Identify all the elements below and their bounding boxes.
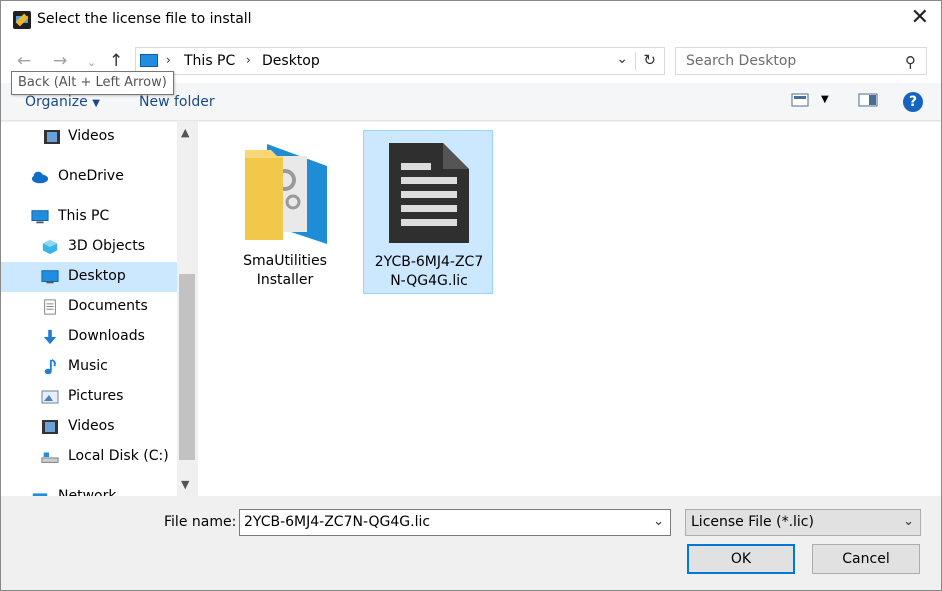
sidebar-item-music[interactable]: Music [1,352,177,382]
desktop-icon [41,270,59,284]
document-icon [44,299,56,315]
sidebar-item-label: Local Disk (C:) [68,448,169,464]
breadcrumb-desktop[interactable]: Desktop [262,53,320,69]
preview-pane-button[interactable] [858,92,878,112]
sidebar-item-local-disk[interactable]: Local Disk (C:) [1,442,177,472]
caret-down-icon[interactable]: ▼ [821,94,829,105]
sidebar-item-label: This PC [58,208,110,224]
sidebar-item-documents[interactable]: Documents [1,292,177,322]
back-arrow-icon[interactable]: ← [17,51,31,71]
file-icon [389,143,469,243]
chevron-down-icon: ⌄ [903,514,914,529]
app-icon [13,11,31,29]
file-item-license[interactable]: 2YCB-6MJ4-ZC7 N-QG4G.lic [363,130,493,294]
download-icon [43,329,57,345]
computer-icon [140,54,158,67]
preview-pane-icon [858,93,878,107]
chevron-down-icon[interactable]: ⌄ [653,514,664,529]
sidebar-item-downloads[interactable]: Downloads [1,322,177,352]
recent-locations-icon[interactable]: ⌄ [87,56,96,69]
file-name-line1: 2YCB-6MJ4-ZC7 [374,254,484,270]
sidebar-item-videos[interactable]: Videos [1,412,177,442]
ok-button[interactable]: OK [687,544,795,574]
sidebar-scrollbar[interactable]: ▲ ▼ [177,122,197,496]
sidebar-item-label: Videos [68,128,115,144]
help-icon: ? [903,92,923,112]
organize-label: Organize [25,94,88,110]
video-icon [42,420,58,434]
cube-icon [42,239,58,255]
cloud-icon [31,171,49,184]
caret-down-icon: ▼ [92,98,100,109]
file-name: SmaUtilities Installer [220,252,350,290]
sidebar-item-label: Desktop [68,268,126,284]
sidebar-item-label: Videos [68,418,115,434]
sidebar-item-onedrive[interactable]: OneDrive [1,162,177,192]
drive-icon [41,452,59,463]
dialog-window: Select the license file to install ✕ ← →… [0,0,942,591]
sidebar-item-label: Network [58,488,117,496]
sidebar-item-this-pc[interactable]: This PC [1,202,177,232]
title-bar: Select the license file to install ✕ [1,1,941,39]
sidebar-item-label: Documents [68,298,148,314]
file-name-label: File name: [164,514,237,530]
search-placeholder: Search Desktop [686,53,797,69]
music-icon [44,359,56,375]
sidebar-item-label: 3D Objects [68,238,146,254]
navigation-pane: Videos OneDrive This PC 3D Objects Deskt… [1,122,197,496]
picture-icon [41,390,59,404]
new-folder-button[interactable]: New folder [139,94,215,110]
scroll-up-icon[interactable]: ▲ [181,126,189,139]
view-options-button[interactable] [791,92,809,112]
network-icon [32,493,48,496]
file-name-value: 2YCB-6MJ4-ZC7N-QG4G.lic [244,514,431,530]
sidebar-item-label: Downloads [68,328,145,344]
help-button[interactable]: ? [903,92,923,112]
sidebar-item-label: Pictures [68,388,124,404]
file-type-value: License File (*.lic) [691,514,814,530]
back-tooltip: Back (Alt + Left Arrow) [11,71,174,95]
organize-button[interactable]: Organize ▼ [25,94,100,110]
forward-arrow-icon[interactable]: → [53,51,67,71]
sidebar-item-pictures[interactable]: Pictures [1,382,177,412]
footer-panel: File name: 2YCB-6MJ4-ZC7N-QG4G.lic ⌄ Lic… [1,496,941,590]
sidebar-item-network[interactable]: Network [1,482,177,496]
refresh-icon[interactable]: ↻ [643,51,656,69]
file-type-select[interactable]: License File (*.lic) ⌄ [685,509,921,536]
file-name-line1: SmaUtilities [243,253,327,269]
chevron-right-icon[interactable]: › [166,53,171,67]
file-item-folder[interactable]: SmaUtilities Installer [220,130,350,294]
chevron-right-icon[interactable]: › [246,53,251,67]
file-list: SmaUtilities Installer 2YCB-6MJ4-ZC7 N-Q… [198,122,941,496]
sidebar-item-desktop[interactable]: Desktop [1,262,177,292]
divider [635,52,636,70]
cancel-button[interactable]: Cancel [812,544,920,574]
up-arrow-icon[interactable]: ↑ [109,51,123,71]
scrollbar-thumb[interactable] [179,274,195,460]
window-title: Select the license file to install [37,11,252,27]
close-icon[interactable]: ✕ [911,7,929,29]
breadcrumb-this-pc[interactable]: This PC [184,53,235,69]
file-name-line2: Installer [256,272,314,288]
search-input[interactable]: Search Desktop ⚲ [675,47,927,75]
sidebar-item-label: Music [68,358,108,374]
file-name-line2: N-QG4G.lic [390,273,468,289]
file-name-input[interactable]: 2YCB-6MJ4-ZC7N-QG4G.lic ⌄ [239,509,671,536]
computer-icon [31,210,49,224]
chevron-down-icon[interactable]: ⌄ [616,51,628,67]
search-icon[interactable]: ⚲ [905,53,916,71]
sidebar-item-label: OneDrive [58,168,124,184]
file-name: 2YCB-6MJ4-ZC7 N-QG4G.lic [364,253,494,291]
sidebar-item-3d-objects[interactable]: 3D Objects [1,232,177,262]
sidebar-item-videos-top[interactable]: Videos [1,122,177,152]
scroll-down-icon[interactable]: ▼ [181,478,189,491]
view-icon [791,93,809,107]
video-icon [44,130,60,144]
folder-icon [245,144,327,244]
address-bar[interactable]: › This PC › Desktop ⌄ ↻ [135,47,665,75]
